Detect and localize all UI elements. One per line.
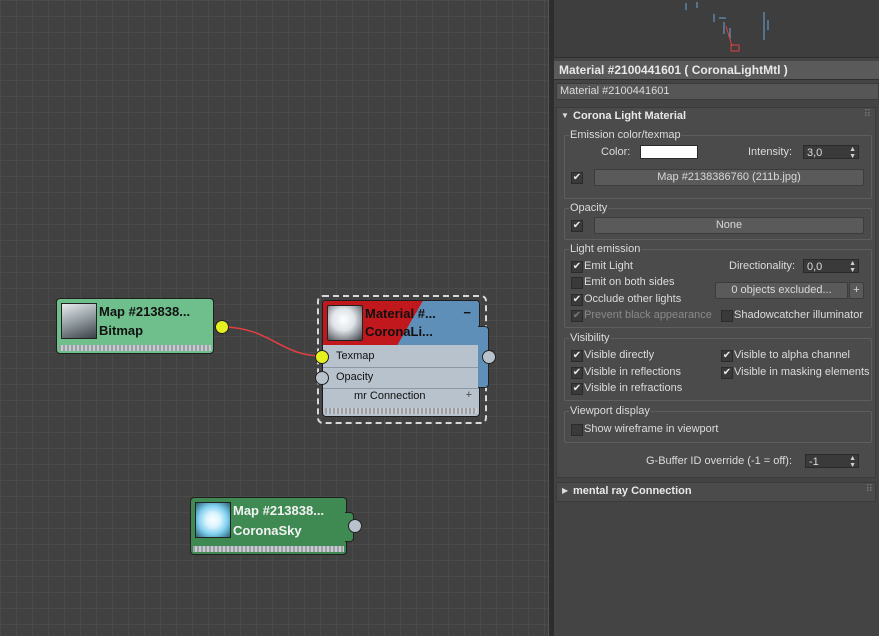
opacity-checkbox[interactable]: ✔: [571, 220, 583, 232]
directionality-spinner[interactable]: 0,0 ▲ ▼: [803, 259, 859, 274]
texmap-slot-label: Texmap: [336, 350, 375, 362]
material-node[interactable]: Material #... CoronaLi... − Texmap Opaci…: [322, 300, 480, 417]
rollout-grip-icon: ⠿: [865, 484, 873, 495]
add-exclude-button[interactable]: +: [849, 282, 864, 299]
coronasky-node[interactable]: Map #213838... CoronaSky: [190, 497, 347, 555]
material-name-field[interactable]: Material #2100441601: [556, 83, 879, 100]
visible-alpha-checkbox[interactable]: ✔: [721, 350, 733, 362]
material-name-text: Material #2100441601: [560, 85, 670, 97]
emit-both-sides-checkbox[interactable]: [571, 277, 583, 289]
opacity-slot-label: Opacity: [336, 371, 374, 383]
coronasky-node-type: CoronaSky: [233, 523, 302, 538]
emission-map-button[interactable]: Map #2138386760 (211b.jpg): [594, 169, 864, 186]
collapse-button[interactable]: −: [463, 305, 471, 320]
visible-directly-label: Visible directly: [584, 349, 655, 361]
spinner-arrows-icon[interactable]: ▲ ▼: [849, 260, 856, 274]
visible-alpha-label: Visible to alpha channel: [734, 349, 850, 361]
occlude-lights-checkbox[interactable]: ✔: [571, 294, 583, 306]
spinner-arrows-icon[interactable]: ▲ ▼: [849, 455, 856, 469]
visible-reflections-checkbox[interactable]: ✔: [571, 367, 583, 379]
shadowcatcher-label: Shadowcatcher illuminator: [734, 309, 864, 321]
directionality-value: 0,0: [807, 261, 823, 273]
visible-directly-checkbox[interactable]: ✔: [571, 350, 583, 362]
gbuffer-value: -1: [809, 456, 819, 468]
show-wireframe-label: Show wireframe in viewport: [584, 423, 719, 435]
material-node-type: CoronaLi...: [365, 324, 433, 339]
emit-both-sides-label: Emit on both sides: [584, 276, 675, 288]
emit-light-label: Emit Light: [584, 260, 633, 272]
objects-excluded-button[interactable]: 0 objects excluded...: [715, 282, 848, 299]
gbuffer-spinner[interactable]: -1 ▲ ▼: [805, 454, 859, 469]
occlude-lights-label: Occlude other lights: [584, 293, 682, 305]
opacity-slot[interactable]: Opacity: [323, 368, 479, 389]
prevent-black-label: Prevent black appearance: [584, 309, 712, 321]
rollout-title-bar[interactable]: ▼ Corona Light Material ⠿: [557, 108, 873, 126]
bitmap-node-type: Bitmap: [99, 323, 144, 338]
opacity-input-socket[interactable]: [315, 371, 329, 385]
mr-connection-row[interactable]: mr Connection +: [323, 389, 479, 405]
bitmap-node-title: Map #213838...: [99, 304, 191, 319]
rollout-grip-icon: ⠿: [863, 109, 871, 120]
intensity-value: 3,0: [807, 147, 823, 159]
navigator-minimap: [685, 2, 769, 52]
mr-connection-label: mr Connection: [354, 390, 426, 402]
viewport-display-group-label: Viewport display: [569, 405, 651, 417]
prevent-black-checkbox[interactable]: ✔: [571, 310, 583, 322]
bitmap-node[interactable]: Map #213838... Bitmap: [56, 298, 214, 354]
visible-reflections-label: Visible in reflections: [584, 366, 682, 378]
emission-map-checkbox[interactable]: ✔: [571, 172, 583, 184]
mental-ray-rollout[interactable]: ▶ mental ray Connection ⠿: [556, 482, 876, 502]
material-header-title: Material #2100441601 ( CoronaLightMtl ): [559, 63, 788, 77]
opacity-group-label: Opacity: [569, 202, 609, 214]
visible-refractions-checkbox[interactable]: ✔: [571, 383, 583, 395]
texmap-input-socket[interactable]: [315, 350, 329, 364]
visible-masking-label: Visible in masking elements: [734, 366, 870, 378]
material-header-bar: Material #2100441601 ( CoronaLightMtl ): [554, 61, 879, 80]
opacity-map-button[interactable]: None: [594, 217, 864, 234]
rollout-collapse-arrow[interactable]: ▼: [561, 111, 569, 120]
navigator-view[interactable]: [554, 0, 879, 58]
emission-group-label: Emission color/texmap: [569, 129, 682, 141]
mental-ray-expand-arrow[interactable]: ▶: [562, 486, 568, 495]
bitmap-thumbnail: [61, 303, 97, 339]
coronasky-node-title: Map #213838...: [233, 503, 325, 518]
material-sphere-thumbnail: [327, 305, 363, 341]
spinner-arrows-icon[interactable]: ▲ ▼: [849, 146, 856, 160]
mr-connection-plus: +: [465, 389, 472, 401]
texmap-slot[interactable]: Texmap: [323, 347, 479, 368]
material-node-footer: [325, 408, 477, 414]
intensity-spinner[interactable]: 3,0 ▲ ▼: [803, 145, 859, 160]
bitmap-output-socket[interactable]: [215, 320, 229, 334]
visible-masking-checkbox[interactable]: ✔: [721, 367, 733, 379]
visibility-group-label: Visibility: [569, 332, 611, 344]
intensity-label: Intensity:: [748, 146, 793, 158]
material-node-title: Material #...: [365, 306, 436, 321]
mental-ray-rollout-title: mental ray Connection: [573, 485, 692, 497]
coronasky-thumbnail: [195, 502, 231, 538]
directionality-label: Directionality:: [729, 260, 796, 272]
color-label: Color:: [601, 146, 631, 158]
coronasky-output-socket[interactable]: [348, 519, 362, 533]
show-wireframe-checkbox[interactable]: [571, 424, 583, 436]
connection-wire: [221, 326, 323, 357]
emission-color-swatch[interactable]: [640, 145, 698, 159]
light-emission-group-label: Light emission: [569, 243, 642, 255]
rollout-title: Corona Light Material: [573, 110, 687, 122]
bitmap-node-footer: [59, 345, 211, 351]
gbuffer-label: G-Buffer ID override (-1 = off):: [646, 455, 793, 467]
coronasky-node-footer: [193, 546, 344, 552]
visible-refractions-label: Visible in refractions: [584, 382, 683, 394]
material-output-socket[interactable]: [482, 350, 496, 364]
emit-light-checkbox[interactable]: ✔: [571, 261, 583, 273]
shadowcatcher-checkbox[interactable]: [721, 310, 733, 322]
